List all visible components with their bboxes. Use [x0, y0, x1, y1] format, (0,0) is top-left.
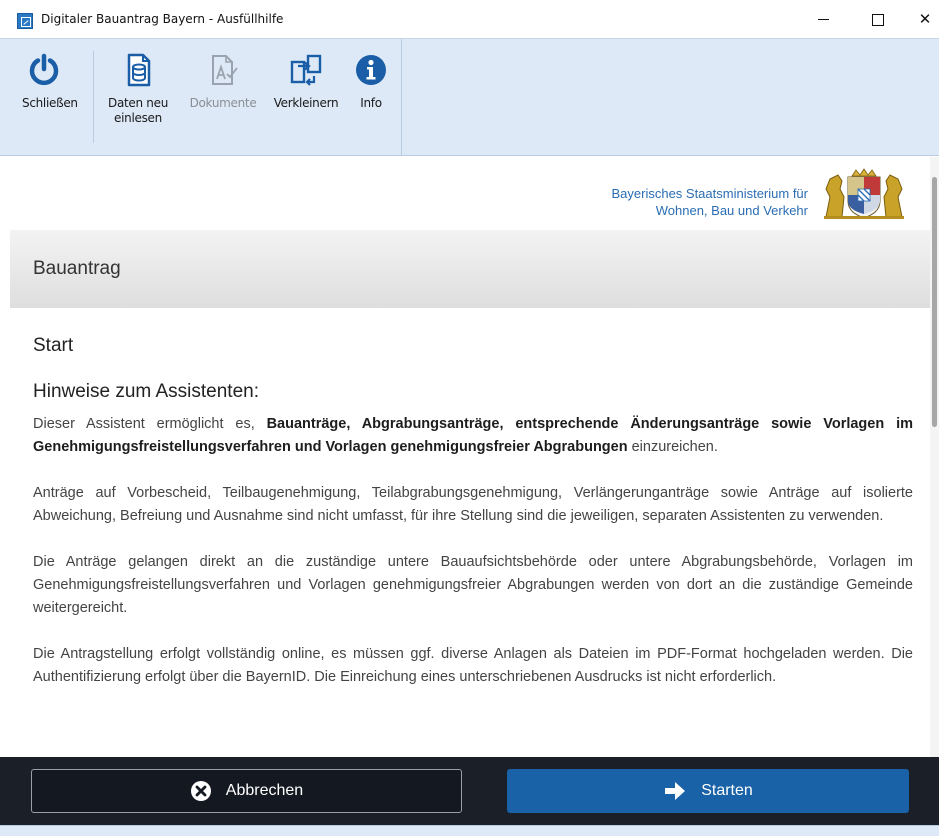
start-label: Starten: [701, 782, 753, 799]
app-icon: [17, 13, 33, 29]
cancel-button[interactable]: Abbrechen: [31, 769, 462, 813]
maximize-button[interactable]: [866, 9, 890, 29]
section-title: Bauantrag: [33, 258, 121, 279]
window-title: Digitaler Bauantrag Bayern - Ausfüllhilf…: [41, 12, 284, 26]
toolbar: Schließen Daten neu einlesen Dokumente V…: [0, 38, 939, 156]
start-button[interactable]: Starten: [507, 769, 909, 813]
arrow-right-icon: [665, 782, 686, 800]
window-close-button[interactable]: ✕: [913, 9, 937, 29]
info-icon: [356, 55, 386, 85]
paragraph-3: Die Anträge gelangen direkt an die zustä…: [33, 554, 913, 616]
ministry-line-2: Wohnen, Bau und Verkehr: [655, 203, 808, 218]
ministry-name: Bayerisches Staatsministerium für Wohnen…: [611, 185, 808, 219]
info-label: Info: [360, 96, 382, 110]
shrink-label: Verkleinern: [273, 96, 339, 110]
step-title: Start: [33, 335, 74, 356]
paragraph-1-end: einzurei­chen.: [627, 439, 718, 455]
info-button[interactable]: Info: [354, 53, 388, 111]
documents-button[interactable]: Dokumente: [185, 53, 261, 111]
reload-label-line1: Daten neu: [108, 96, 168, 110]
toolbar-separator: [93, 51, 94, 143]
cancel-circle-icon: [190, 781, 211, 801]
close-app-label: Schließen: [22, 96, 78, 110]
title-bar: Digitaler Bauantrag Bayern - Ausfüllhilf…: [0, 0, 939, 38]
shrink-icon: [290, 54, 322, 86]
status-bar: [0, 825, 939, 836]
vertical-scrollbar[interactable]: [930, 157, 939, 757]
action-bar: Abbrechen Starten: [0, 757, 939, 825]
ministry-line-1: Bayerisches Staatsministerium für: [611, 186, 808, 201]
database-document-icon: [127, 53, 151, 87]
document-icon: [212, 55, 238, 85]
close-app-button[interactable]: Schließen: [22, 53, 78, 111]
paragraph-2: Anträge auf Vorbescheid, Teilbaugenehmig…: [33, 485, 913, 524]
content-area: Bayerisches Staatsministerium für Wohnen…: [10, 157, 930, 757]
cancel-label: Abbrechen: [225, 782, 304, 799]
shrink-button[interactable]: Verkleinern: [270, 53, 342, 111]
paragraph-4: Die Antragstellung erfolgt vollständig o…: [33, 646, 913, 685]
hints-heading: Hinweise zum Assistenten:: [33, 381, 259, 402]
power-icon: [29, 53, 59, 86]
reload-label-line2: einlesen: [114, 111, 162, 125]
assistant-text: Start Hinweise zum Assistenten: Dieser A…: [33, 335, 913, 712]
minimize-button[interactable]: [812, 9, 836, 29]
bavarian-coat-of-arms-icon: [824, 168, 904, 219]
documents-label: Dokumente: [189, 96, 257, 110]
section-header: Bauantrag: [10, 230, 930, 308]
toolbar-group: Schließen Daten neu einlesen Dokumente V…: [0, 39, 402, 156]
scrollbar-thumb[interactable]: [932, 177, 937, 427]
paragraph-1: Dieser Assistent ermöglicht es, Bauanträ…: [33, 413, 913, 459]
reload-data-button[interactable]: Daten neu einlesen: [103, 53, 173, 126]
paragraph-1-start: Dieser Assistent ermöglicht es,: [33, 416, 267, 432]
